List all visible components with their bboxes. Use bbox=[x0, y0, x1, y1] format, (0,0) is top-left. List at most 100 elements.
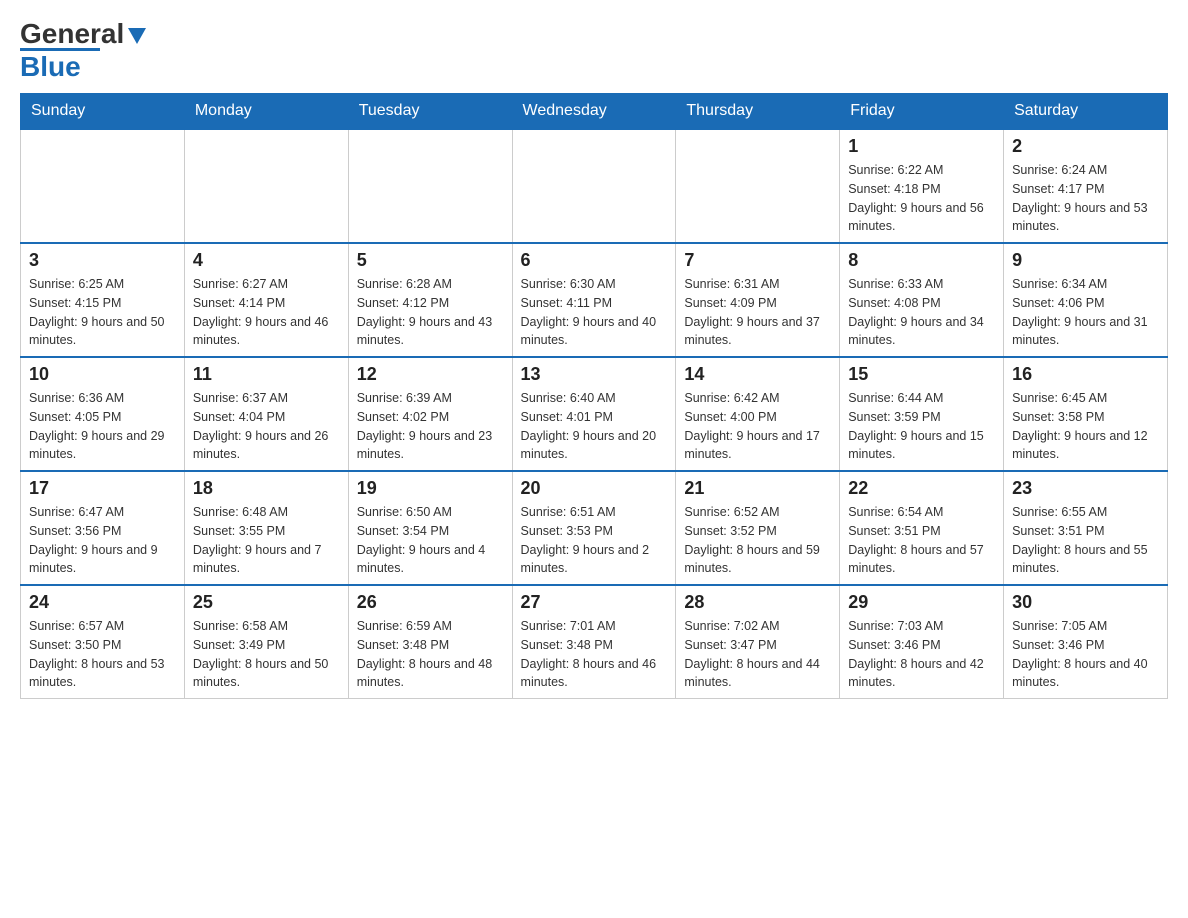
calendar-week-row: 10 Sunrise: 6:36 AMSunset: 4:05 PMDayligh… bbox=[21, 357, 1168, 471]
day-sun-info: Sunrise: 7:02 AMSunset: 3:47 PMDaylight:… bbox=[684, 617, 831, 692]
logo-text-general: General bbox=[20, 20, 124, 48]
weekday-header-monday: Monday bbox=[184, 94, 348, 130]
calendar-cell: 9 Sunrise: 6:34 AMSunset: 4:06 PMDaylight… bbox=[1004, 243, 1168, 357]
calendar-week-row: 24 Sunrise: 6:57 AMSunset: 3:50 PMDayligh… bbox=[21, 585, 1168, 699]
day-sun-info: Sunrise: 6:48 AMSunset: 3:55 PMDaylight:… bbox=[193, 503, 340, 578]
day-sun-info: Sunrise: 6:22 AMSunset: 4:18 PMDaylight:… bbox=[848, 161, 995, 236]
day-number: 17 bbox=[29, 478, 176, 499]
day-sun-info: Sunrise: 6:28 AMSunset: 4:12 PMDaylight:… bbox=[357, 275, 504, 350]
calendar-cell: 16 Sunrise: 6:45 AMSunset: 3:58 PMDayligh… bbox=[1004, 357, 1168, 471]
day-sun-info: Sunrise: 6:30 AMSunset: 4:11 PMDaylight:… bbox=[521, 275, 668, 350]
day-number: 9 bbox=[1012, 250, 1159, 271]
day-sun-info: Sunrise: 6:40 AMSunset: 4:01 PMDaylight:… bbox=[521, 389, 668, 464]
day-sun-info: Sunrise: 6:54 AMSunset: 3:51 PMDaylight:… bbox=[848, 503, 995, 578]
day-number: 29 bbox=[848, 592, 995, 613]
day-number: 8 bbox=[848, 250, 995, 271]
calendar-cell: 4Sunrise: 6:27 AMSunset: 4:14 PMDaylight… bbox=[184, 243, 348, 357]
weekday-header-friday: Friday bbox=[840, 94, 1004, 130]
day-sun-info: Sunrise: 6:47 AMSunset: 3:56 PMDaylight:… bbox=[29, 503, 176, 578]
page-header: General Blue bbox=[20, 20, 1168, 83]
calendar-week-row: 1 Sunrise: 6:22 AMSunset: 4:18 PMDaylight… bbox=[21, 129, 1168, 243]
calendar-week-row: 3Sunrise: 6:25 AMSunset: 4:15 PMDaylight… bbox=[21, 243, 1168, 357]
calendar-cell: 13 Sunrise: 6:40 AMSunset: 4:01 PMDayligh… bbox=[512, 357, 676, 471]
day-number: 22 bbox=[848, 478, 995, 499]
day-number: 23 bbox=[1012, 478, 1159, 499]
day-number: 15 bbox=[848, 364, 995, 385]
day-number: 19 bbox=[357, 478, 504, 499]
day-number: 12 bbox=[357, 364, 504, 385]
day-sun-info: Sunrise: 6:55 AMSunset: 3:51 PMDaylight:… bbox=[1012, 503, 1159, 578]
calendar-cell: 22 Sunrise: 6:54 AMSunset: 3:51 PMDayligh… bbox=[840, 471, 1004, 585]
weekday-header-tuesday: Tuesday bbox=[348, 94, 512, 130]
day-number: 11 bbox=[193, 364, 340, 385]
day-number: 30 bbox=[1012, 592, 1159, 613]
calendar-cell bbox=[512, 129, 676, 243]
day-number: 16 bbox=[1012, 364, 1159, 385]
calendar-cell: 2 Sunrise: 6:24 AMSunset: 4:17 PMDaylight… bbox=[1004, 129, 1168, 243]
logo-text-blue: Blue bbox=[20, 51, 81, 82]
day-number: 21 bbox=[684, 478, 831, 499]
calendar-cell bbox=[21, 129, 185, 243]
weekday-header-row: SundayMondayTuesdayWednesdayThursdayFrid… bbox=[21, 94, 1168, 130]
calendar-cell: 27 Sunrise: 7:01 AMSunset: 3:48 PMDayligh… bbox=[512, 585, 676, 699]
day-sun-info: Sunrise: 6:36 AMSunset: 4:05 PMDaylight:… bbox=[29, 389, 176, 464]
day-sun-info: Sunrise: 6:33 AMSunset: 4:08 PMDaylight:… bbox=[848, 275, 995, 350]
day-sun-info: Sunrise: 6:24 AMSunset: 4:17 PMDaylight:… bbox=[1012, 161, 1159, 236]
day-sun-info: Sunrise: 7:05 AMSunset: 3:46 PMDaylight:… bbox=[1012, 617, 1159, 692]
day-sun-info: Sunrise: 6:57 AMSunset: 3:50 PMDaylight:… bbox=[29, 617, 176, 692]
calendar-cell: 15 Sunrise: 6:44 AMSunset: 3:59 PMDayligh… bbox=[840, 357, 1004, 471]
day-sun-info: Sunrise: 7:03 AMSunset: 3:46 PMDaylight:… bbox=[848, 617, 995, 692]
day-sun-info: Sunrise: 6:59 AMSunset: 3:48 PMDaylight:… bbox=[357, 617, 504, 692]
calendar-cell bbox=[676, 129, 840, 243]
day-sun-info: Sunrise: 6:34 AMSunset: 4:06 PMDaylight:… bbox=[1012, 275, 1159, 350]
calendar-cell: 12 Sunrise: 6:39 AMSunset: 4:02 PMDayligh… bbox=[348, 357, 512, 471]
logo: General Blue bbox=[20, 20, 146, 83]
day-number: 1 bbox=[848, 136, 995, 157]
day-sun-info: Sunrise: 6:44 AMSunset: 3:59 PMDaylight:… bbox=[848, 389, 995, 464]
day-number: 10 bbox=[29, 364, 176, 385]
day-number: 5 bbox=[357, 250, 504, 271]
day-number: 14 bbox=[684, 364, 831, 385]
calendar-cell: 19 Sunrise: 6:50 AMSunset: 3:54 PMDayligh… bbox=[348, 471, 512, 585]
calendar-cell: 10 Sunrise: 6:36 AMSunset: 4:05 PMDayligh… bbox=[21, 357, 185, 471]
calendar-cell: 14 Sunrise: 6:42 AMSunset: 4:00 PMDayligh… bbox=[676, 357, 840, 471]
day-sun-info: Sunrise: 6:27 AMSunset: 4:14 PMDaylight:… bbox=[193, 275, 340, 350]
calendar-cell: 3Sunrise: 6:25 AMSunset: 4:15 PMDaylight… bbox=[21, 243, 185, 357]
day-number: 2 bbox=[1012, 136, 1159, 157]
calendar-cell bbox=[184, 129, 348, 243]
calendar-cell: 21Sunrise: 6:52 AMSunset: 3:52 PMDayligh… bbox=[676, 471, 840, 585]
day-sun-info: Sunrise: 6:51 AMSunset: 3:53 PMDaylight:… bbox=[521, 503, 668, 578]
calendar-cell: 29 Sunrise: 7:03 AMSunset: 3:46 PMDayligh… bbox=[840, 585, 1004, 699]
calendar-week-row: 17 Sunrise: 6:47 AMSunset: 3:56 PMDayligh… bbox=[21, 471, 1168, 585]
calendar-cell: 8 Sunrise: 6:33 AMSunset: 4:08 PMDaylight… bbox=[840, 243, 1004, 357]
day-number: 25 bbox=[193, 592, 340, 613]
weekday-header-wednesday: Wednesday bbox=[512, 94, 676, 130]
calendar-cell: 26 Sunrise: 6:59 AMSunset: 3:48 PMDayligh… bbox=[348, 585, 512, 699]
weekday-header-sunday: Sunday bbox=[21, 94, 185, 130]
day-number: 26 bbox=[357, 592, 504, 613]
calendar-cell: 17 Sunrise: 6:47 AMSunset: 3:56 PMDayligh… bbox=[21, 471, 185, 585]
day-number: 27 bbox=[521, 592, 668, 613]
calendar-cell: 23 Sunrise: 6:55 AMSunset: 3:51 PMDayligh… bbox=[1004, 471, 1168, 585]
day-number: 7 bbox=[684, 250, 831, 271]
calendar-cell: 28 Sunrise: 7:02 AMSunset: 3:47 PMDayligh… bbox=[676, 585, 840, 699]
day-number: 6 bbox=[521, 250, 668, 271]
logo-triangle-icon bbox=[128, 28, 146, 44]
calendar-cell: 11Sunrise: 6:37 AMSunset: 4:04 PMDayligh… bbox=[184, 357, 348, 471]
calendar-cell: 7 Sunrise: 6:31 AMSunset: 4:09 PMDaylight… bbox=[676, 243, 840, 357]
day-sun-info: Sunrise: 6:45 AMSunset: 3:58 PMDaylight:… bbox=[1012, 389, 1159, 464]
day-number: 13 bbox=[521, 364, 668, 385]
day-number: 24 bbox=[29, 592, 176, 613]
calendar-cell: 18 Sunrise: 6:48 AMSunset: 3:55 PMDayligh… bbox=[184, 471, 348, 585]
calendar-cell: 5 Sunrise: 6:28 AMSunset: 4:12 PMDaylight… bbox=[348, 243, 512, 357]
day-sun-info: Sunrise: 6:50 AMSunset: 3:54 PMDaylight:… bbox=[357, 503, 504, 578]
day-sun-info: Sunrise: 6:42 AMSunset: 4:00 PMDaylight:… bbox=[684, 389, 831, 464]
day-sun-info: Sunrise: 6:31 AMSunset: 4:09 PMDaylight:… bbox=[684, 275, 831, 350]
calendar-cell: 1 Sunrise: 6:22 AMSunset: 4:18 PMDaylight… bbox=[840, 129, 1004, 243]
day-number: 28 bbox=[684, 592, 831, 613]
day-number: 18 bbox=[193, 478, 340, 499]
weekday-header-saturday: Saturday bbox=[1004, 94, 1168, 130]
calendar-table: SundayMondayTuesdayWednesdayThursdayFrid… bbox=[20, 93, 1168, 699]
day-sun-info: Sunrise: 7:01 AMSunset: 3:48 PMDaylight:… bbox=[521, 617, 668, 692]
day-sun-info: Sunrise: 6:39 AMSunset: 4:02 PMDaylight:… bbox=[357, 389, 504, 464]
